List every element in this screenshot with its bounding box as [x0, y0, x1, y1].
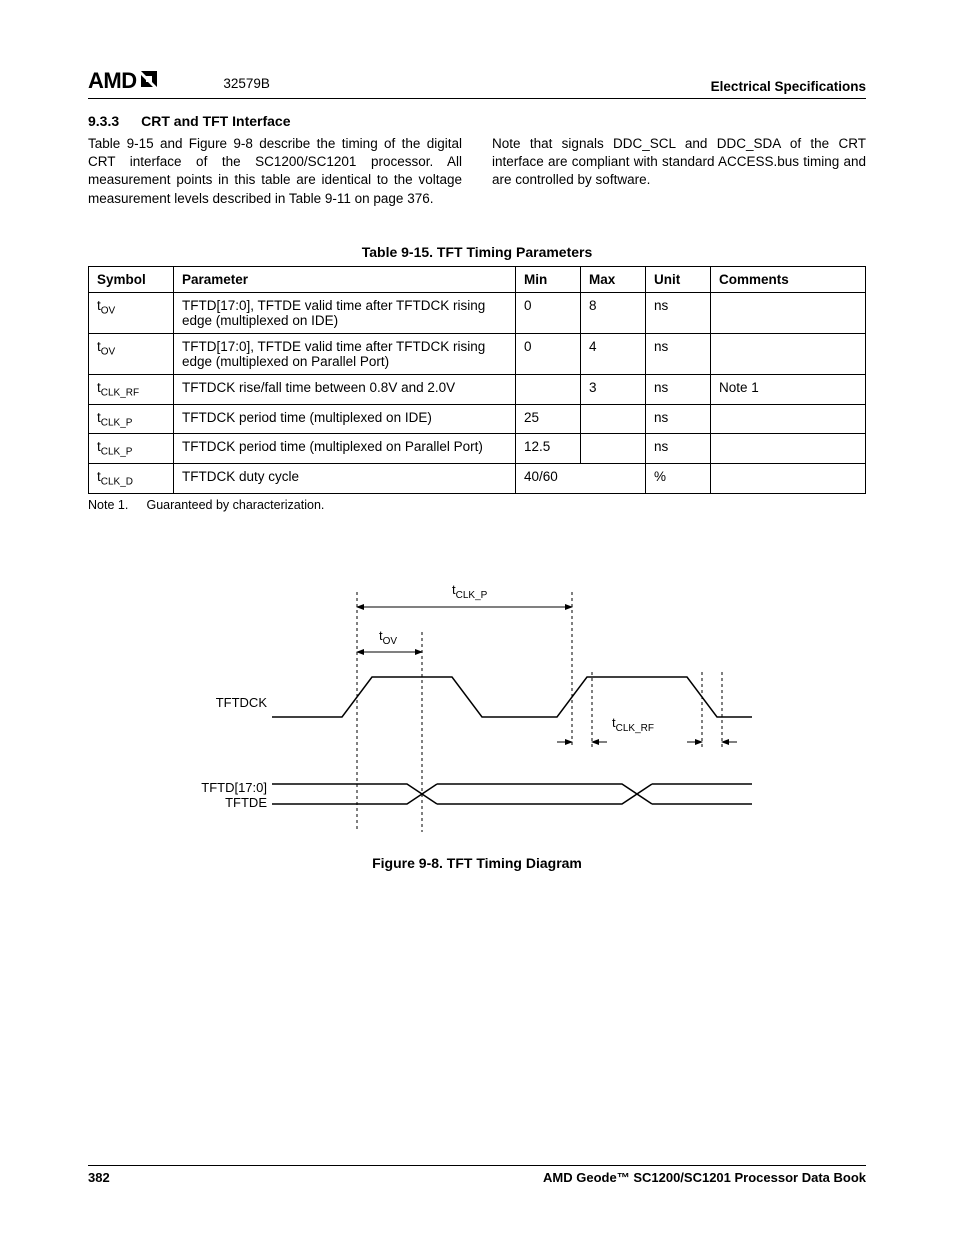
th-min: Min [516, 266, 581, 292]
table-row: tOV TFTD[17:0], TFTDE valid time after T… [89, 333, 866, 374]
header-left: AMD 32579B [88, 68, 270, 94]
th-max: Max [581, 266, 646, 292]
table-row: tOV TFTD[17:0], TFTDE valid time after T… [89, 292, 866, 333]
table-caption: Table 9-15. TFT Timing Parameters [88, 244, 866, 260]
page: AMD 32579B Electrical Specifications 9.3… [0, 0, 954, 1235]
cell-unit: ns [646, 292, 711, 333]
cell-symbol: tCLK_P [89, 434, 174, 464]
section-number: 9.3.3 [88, 113, 119, 129]
document-id: 32579B [223, 76, 270, 91]
header-section-title: Electrical Specifications [711, 79, 866, 94]
page-number: 382 [88, 1170, 110, 1185]
body-left-col: Table 9-15 and Figure 9-8 describe the t… [88, 135, 462, 208]
tftdck-waveform [272, 677, 752, 717]
cell-max [581, 434, 646, 464]
cell-max: 3 [581, 374, 646, 404]
cell-min: 25 [516, 404, 581, 434]
timing-table: Symbol Parameter Min Max Unit Comments t… [88, 266, 866, 494]
table-row: tCLK_P TFTDCK period time (multiplexed o… [89, 434, 866, 464]
table-row: tCLK_P TFTDCK period time (multiplexed o… [89, 404, 866, 434]
cell-max: 8 [581, 292, 646, 333]
timing-diagram-svg: tCLK_P tOV TFTDCK tCLK_RF TFTD[17:0] TFT… [197, 572, 757, 842]
cell-min: 12.5 [516, 434, 581, 464]
cell-comments [711, 404, 866, 434]
cell-unit: ns [646, 434, 711, 464]
table-footnote: Note 1. Guaranteed by characterization. [88, 498, 866, 512]
page-header: AMD 32579B Electrical Specifications [88, 68, 866, 99]
section-heading: 9.3.3 CRT and TFT Interface [88, 113, 866, 129]
cell-unit: ns [646, 333, 711, 374]
logo-text: AMD [88, 68, 137, 94]
label-tclk-p: tCLK_P [452, 582, 488, 601]
th-symbol: Symbol [89, 266, 174, 292]
cell-parameter: TFTDCK rise/fall time between 0.8V and 2… [174, 374, 516, 404]
th-comments: Comments [711, 266, 866, 292]
figure-caption: Figure 9-8. TFT Timing Diagram [88, 855, 866, 871]
cell-comments [711, 463, 866, 493]
cell-min [516, 374, 581, 404]
table-header-row: Symbol Parameter Min Max Unit Comments [89, 266, 866, 292]
cell-unit: ns [646, 374, 711, 404]
th-unit: Unit [646, 266, 711, 292]
cell-symbol: tCLK_D [89, 463, 174, 493]
timing-figure: tCLK_P tOV TFTDCK tCLK_RF TFTD[17:0] TFT… [88, 572, 866, 871]
cell-min: 0 [516, 292, 581, 333]
cell-symbol: tOV [89, 333, 174, 374]
table-row: tCLK_D TFTDCK duty cycle 40/60 % [89, 463, 866, 493]
th-parameter: Parameter [174, 266, 516, 292]
cell-unit: ns [646, 404, 711, 434]
cell-max: 4 [581, 333, 646, 374]
section-title: CRT and TFT Interface [141, 113, 290, 129]
note-label: Note 1. [88, 498, 143, 512]
label-tftd: TFTD[17:0] [201, 780, 267, 795]
table-row: tCLK_RF TFTDCK rise/fall time between 0.… [89, 374, 866, 404]
cell-parameter: TFTDCK period time (multiplexed on Paral… [174, 434, 516, 464]
cell-unit: % [646, 463, 711, 493]
cell-comments: Note 1 [711, 374, 866, 404]
cell-parameter: TFTDCK duty cycle [174, 463, 516, 493]
logo-arrow-icon [140, 68, 160, 94]
book-title: AMD Geode™ SC1200/SC1201 Processor Data … [543, 1170, 866, 1185]
cell-symbol: tCLK_RF [89, 374, 174, 404]
page-footer: 382 AMD Geode™ SC1200/SC1201 Processor D… [88, 1165, 866, 1185]
cell-comments [711, 333, 866, 374]
data-waveform [272, 784, 752, 804]
cell-parameter: TFTD[17:0], TFTDE valid time after TFTDC… [174, 333, 516, 374]
label-tftdck: TFTDCK [216, 695, 268, 710]
cell-symbol: tOV [89, 292, 174, 333]
cell-minmax: 40/60 [516, 463, 646, 493]
cell-min: 0 [516, 333, 581, 374]
label-tclk-rf: tCLK_RF [612, 715, 654, 734]
cell-parameter: TFTD[17:0], TFTDE valid time after TFTDC… [174, 292, 516, 333]
label-tov: tOV [379, 628, 397, 647]
cell-symbol: tCLK_P [89, 404, 174, 434]
amd-logo: AMD [88, 68, 160, 94]
cell-parameter: TFTDCK period time (multiplexed on IDE) [174, 404, 516, 434]
body-right-col: Note that signals DDC_SCL and DDC_SDA of… [492, 135, 866, 208]
note-text: Guaranteed by characterization. [146, 498, 324, 512]
cell-comments [711, 434, 866, 464]
cell-comments [711, 292, 866, 333]
cell-max [581, 404, 646, 434]
body-columns: Table 9-15 and Figure 9-8 describe the t… [88, 135, 866, 208]
label-tftde: TFTDE [225, 795, 267, 810]
